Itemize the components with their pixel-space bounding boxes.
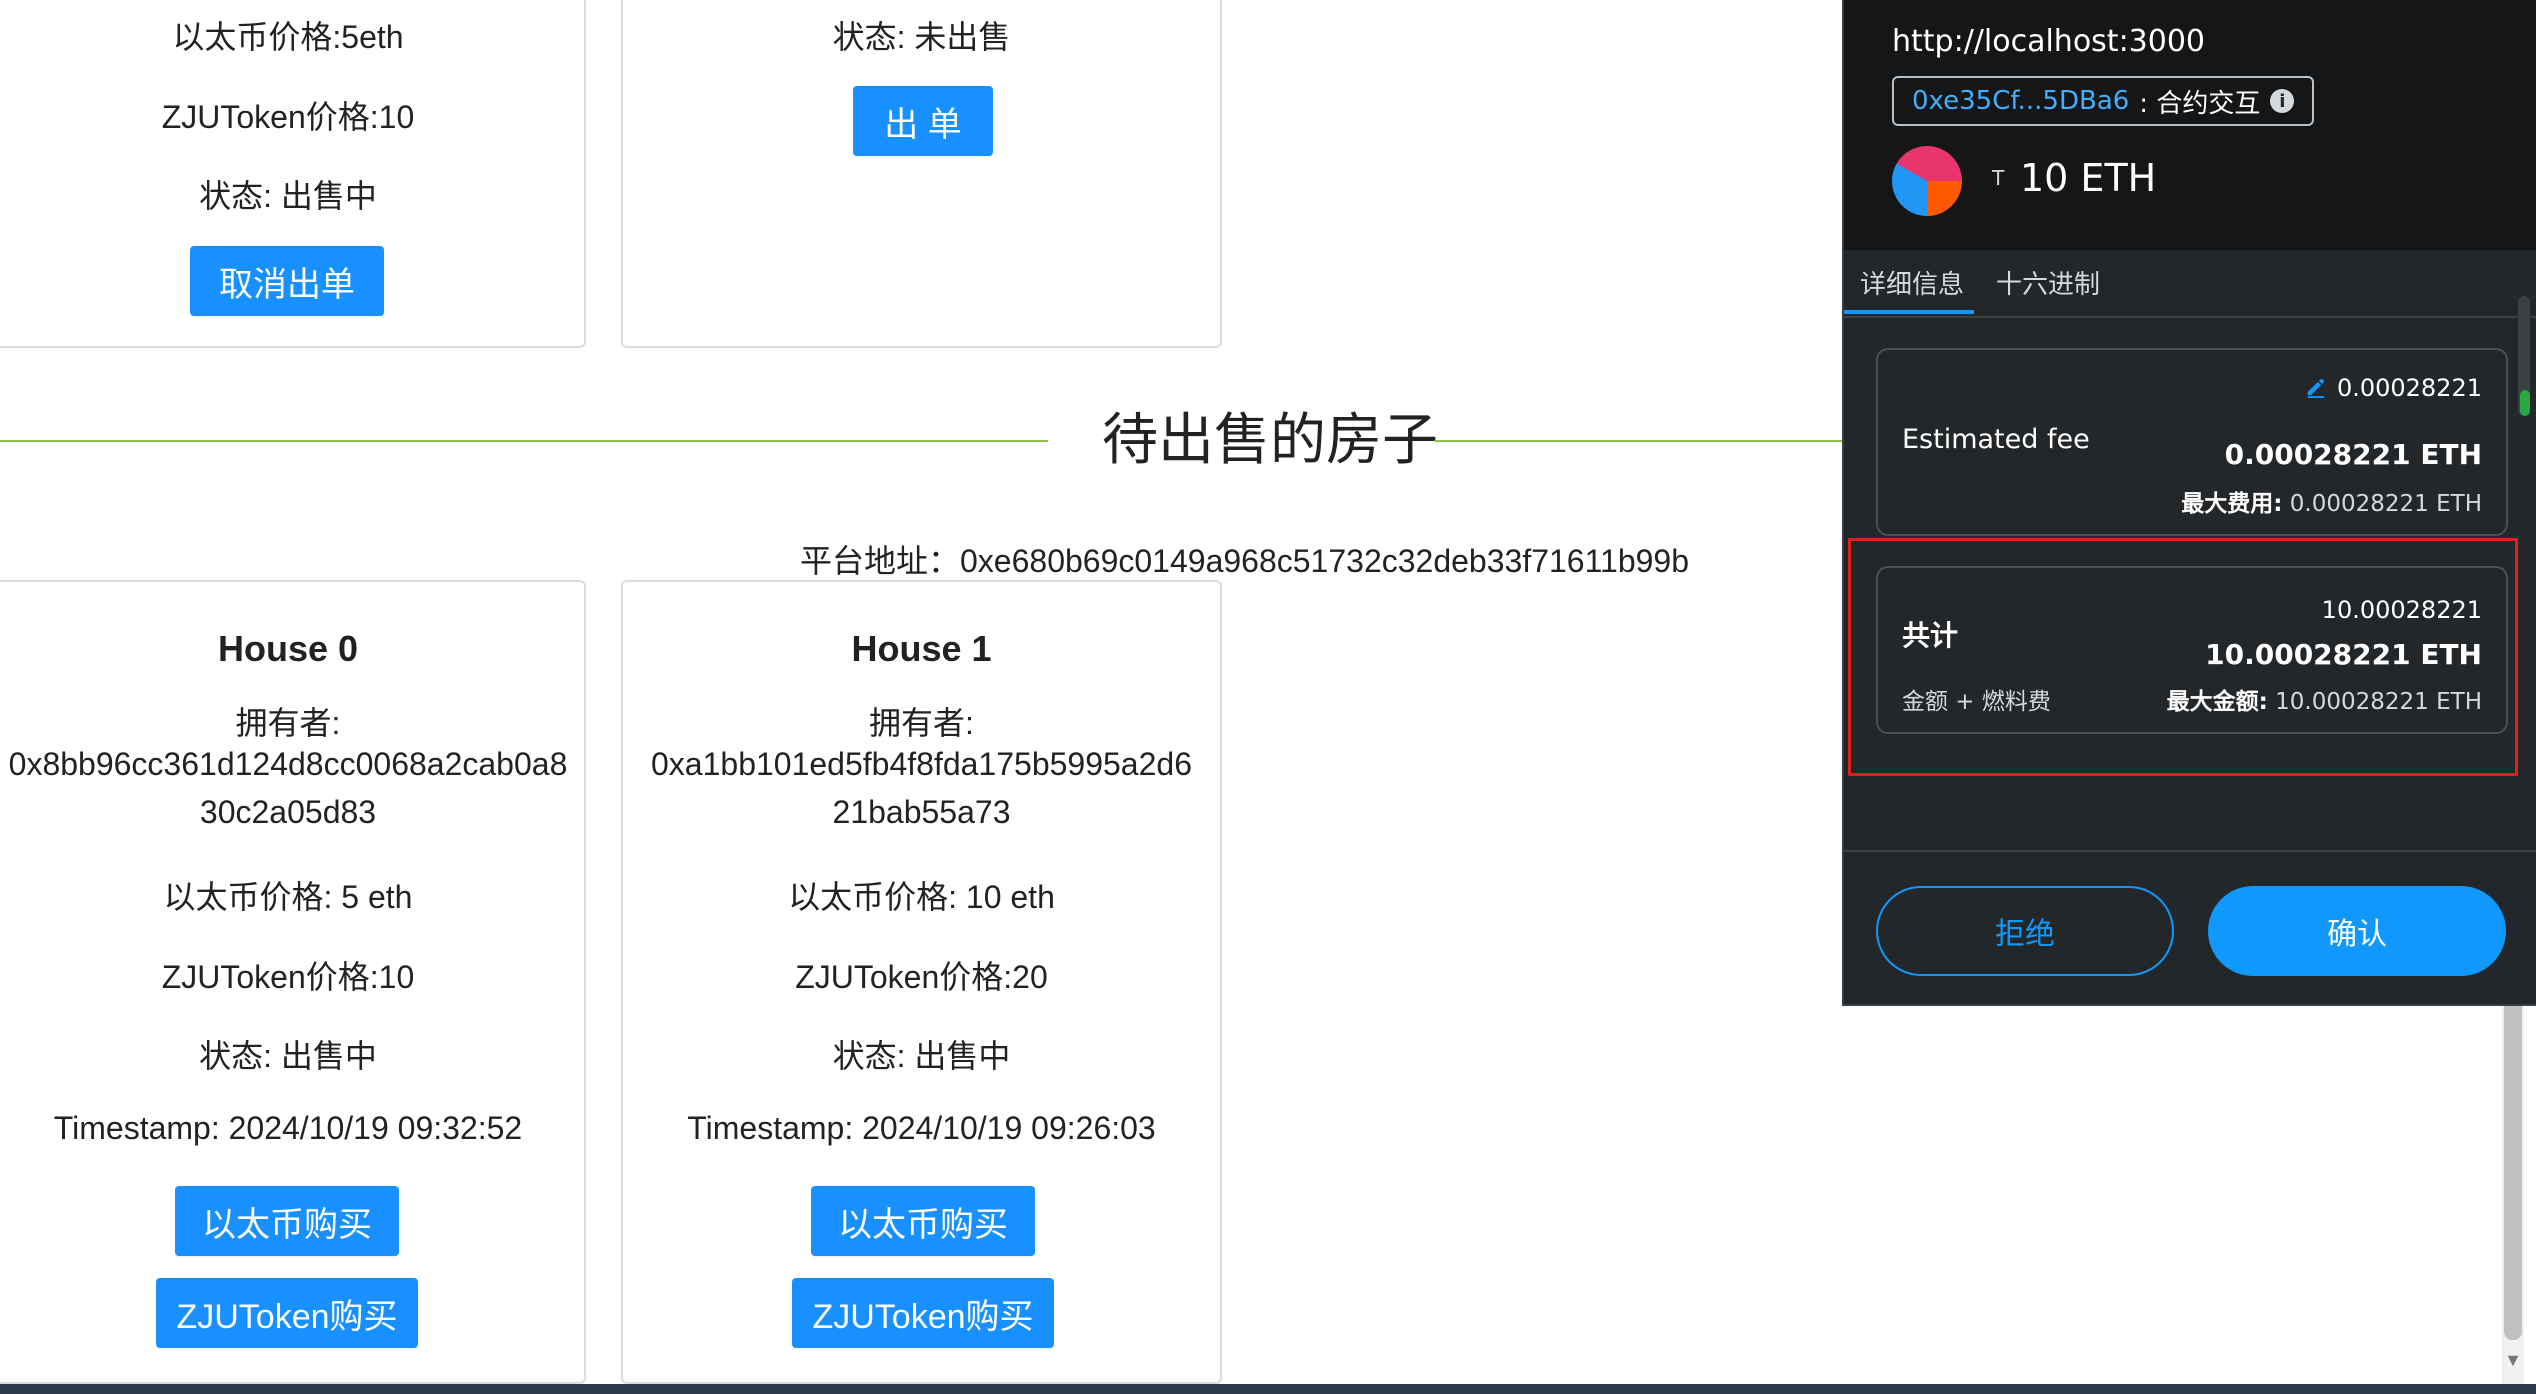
confirm-button[interactable]: 确认 bbox=[2208, 886, 2506, 976]
fee-value-small: 0.00028221 bbox=[2336, 374, 2482, 402]
origin-url: http://localhost:3000 bbox=[1892, 24, 2206, 59]
house-title: House 1 bbox=[851, 628, 992, 669]
edit-pencil-icon[interactable] bbox=[2305, 376, 2327, 398]
max-fee-label: 最大费用: bbox=[2181, 491, 2283, 517]
status-text: 状态: 出售中 bbox=[199, 1038, 377, 1074]
wallet-tabs: 详细信息 十六进制 bbox=[1844, 250, 2536, 318]
tab-details[interactable]: 详细信息 bbox=[1860, 264, 1964, 301]
highlight-box bbox=[1848, 538, 2518, 776]
section-title: 待出售的房子 bbox=[1102, 408, 1438, 471]
estimated-fee-label: Estimated fee bbox=[1902, 424, 2090, 455]
scroll-down-arrow-icon[interactable]: ▼ bbox=[2504, 1350, 2522, 1371]
list-for-sale-button[interactable]: 出 单 bbox=[853, 86, 993, 156]
wallet-header: http://localhost:3000 0xe35Cf...5DBa6 : … bbox=[1844, 0, 2536, 250]
eth-price-text: 以太币价格:5eth bbox=[172, 19, 404, 55]
buy-with-zjutoken-button[interactable]: ZJUToken购买 bbox=[156, 1278, 418, 1348]
my-house-card-0: 以太币价格:5eth ZJUToken价格:10 状态: 出售中 取消出单 bbox=[0, 0, 586, 348]
active-tab-indicator bbox=[1844, 310, 1974, 314]
buy-with-eth-button[interactable]: 以太币购买 bbox=[811, 1186, 1035, 1256]
fee-value-bold: 0.00028221 ETH bbox=[2224, 438, 2482, 471]
status-text: 状态: 未出售 bbox=[832, 19, 1011, 55]
tab-hex[interactable]: 十六进制 bbox=[1996, 264, 2100, 301]
buy-with-eth-button[interactable]: 以太币购买 bbox=[175, 1186, 399, 1256]
house-card-0: House 0 拥有者: 0x8bb96cc361d124d8cc0068a2c… bbox=[0, 580, 586, 1384]
info-icon[interactable]: i bbox=[2270, 89, 2295, 113]
contract-interaction-label: : 合约交互 bbox=[2139, 88, 2261, 119]
owner-label: 拥有者: bbox=[869, 705, 974, 741]
max-fee-row: 最大费用: 0.00028221 ETH bbox=[2181, 484, 2482, 518]
fee-value-editable[interactable]: 0.00028221 bbox=[2305, 374, 2482, 402]
timestamp-text: Timestamp: 2024/10/19 09:26:03 bbox=[687, 1110, 1156, 1146]
buy-with-zjutoken-button[interactable]: ZJUToken购买 bbox=[792, 1278, 1054, 1348]
zju-price-text: ZJUToken价格:20 bbox=[795, 959, 1048, 995]
status-text: 状态: 出售中 bbox=[199, 178, 377, 214]
wallet-scrollbar-thumb[interactable] bbox=[2520, 390, 2530, 416]
account-avatar bbox=[1892, 146, 1962, 216]
timestamp-text: Timestamp: 2024/10/19 09:32:52 bbox=[53, 1110, 523, 1146]
transaction-amount: 10 ETH bbox=[2020, 156, 2157, 200]
contract-interaction-badge[interactable]: 0xe35Cf...5DBa6 : 合约交互 i bbox=[1892, 76, 2315, 126]
estimated-fee-box: Estimated fee 0.00028221 0.00028221 ETH … bbox=[1876, 348, 2508, 536]
zju-price-text: ZJUToken价格:10 bbox=[161, 959, 415, 995]
cancel-listing-button[interactable]: 取消出单 bbox=[190, 246, 384, 316]
owner-address-line2: 30c2a05d83 bbox=[199, 794, 377, 830]
owner-address-line2: 21bab55a73 bbox=[832, 794, 1011, 830]
house-card-1: House 1 拥有者: 0xa1bb101ed5fb4f8fda175b599… bbox=[621, 580, 1222, 1384]
wallet-confirmation-popup: http://localhost:3000 0xe35Cf...5DBa6 : … bbox=[1842, 0, 2536, 1006]
footer-divider bbox=[1844, 850, 2536, 852]
eth-price-text: 以太币价格: 5 eth bbox=[163, 879, 413, 915]
my-house-card-1: 状态: 未出售 出 单 bbox=[621, 0, 1222, 348]
owner-label: 拥有者: bbox=[235, 705, 341, 741]
max-fee-value: 0.00028221 ETH bbox=[2289, 491, 2482, 517]
section-divider-right bbox=[1434, 440, 1844, 442]
contract-address-link[interactable]: 0xe35Cf...5DBa6 bbox=[1912, 86, 2129, 116]
eth-price-text: 以太币价格: 10 eth bbox=[788, 879, 1055, 915]
zju-price-text: ZJUToken价格:10 bbox=[161, 99, 415, 135]
status-text: 状态: 出售中 bbox=[832, 1038, 1011, 1074]
section-divider-left bbox=[0, 440, 1048, 442]
reject-button[interactable]: 拒绝 bbox=[1876, 886, 2174, 976]
owner-address-line1: 0x8bb96cc361d124d8cc0068a2cab0a8 bbox=[8, 746, 568, 782]
page-scrollbar-thumb[interactable] bbox=[2504, 1000, 2522, 1340]
owner-address-line1: 0xa1bb101ed5fb4f8fda175b5995a2d6 bbox=[651, 746, 1192, 782]
taskbar-edge bbox=[0, 1384, 2536, 1394]
network-prefix: T bbox=[1992, 166, 2005, 190]
platform-address: 平台地址：0xe680b69c0149a968c51732c32deb33f71… bbox=[800, 543, 1690, 579]
house-title: House 0 bbox=[217, 628, 359, 669]
